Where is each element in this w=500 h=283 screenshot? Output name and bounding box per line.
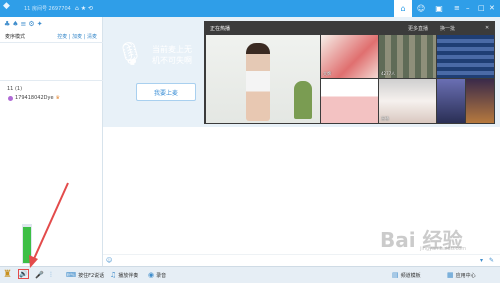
watermark-subtext: jingyan.baidu.com bbox=[420, 246, 467, 252]
